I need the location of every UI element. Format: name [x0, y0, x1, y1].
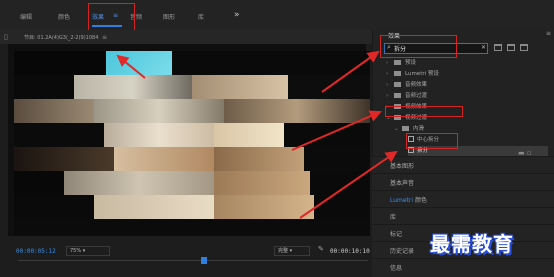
accelerated-effects-icon[interactable]	[494, 44, 502, 51]
tree-item-center-split[interactable]: 中心拆分	[408, 135, 548, 145]
active-tab-indicator	[92, 25, 122, 27]
tree-item-label: 中心拆分	[417, 137, 440, 143]
brand-watermark: 最需教育	[430, 232, 514, 256]
section-markers-label: 标记	[390, 231, 403, 238]
yuv-effects-icon[interactable]	[520, 44, 528, 51]
current-timecode[interactable]: 00:00:05:12	[16, 248, 56, 255]
folder-icon	[394, 115, 401, 120]
folder-icon	[394, 71, 401, 76]
split-strip	[14, 219, 370, 236]
effects-search-input[interactable]	[394, 44, 474, 53]
panel-grip-icon: ▯	[4, 33, 8, 41]
workspace-bar	[0, 0, 554, 30]
split-strip	[14, 99, 370, 123]
lumetri-suffix-text: 颜色	[413, 197, 427, 204]
section-history-label: 历史记录	[390, 248, 415, 255]
search-icon: ⌕	[387, 43, 391, 51]
tree-item-label: 拆分	[417, 148, 429, 154]
section-libraries[interactable]	[372, 207, 554, 224]
tree-item-slide[interactable]: ⌄ 内滑	[394, 124, 548, 134]
workspace-tab-libraries[interactable]: 库	[198, 12, 204, 21]
split-strip	[14, 51, 370, 75]
fx-icon	[408, 147, 414, 153]
time-ruler[interactable]	[18, 260, 368, 261]
effects-panel-menu-icon[interactable]: ≡	[546, 30, 551, 37]
section-libraries-label: 库	[390, 214, 397, 221]
tree-item-audio-transitions[interactable]: › 音频过渡	[386, 91, 548, 101]
32bit-effects-icon[interactable]	[507, 44, 515, 51]
tree-item-label: 音频效果	[405, 82, 428, 88]
section-essential-sound-label: 基本声音	[390, 180, 415, 187]
program-monitor-menu-icon[interactable]: ≡	[102, 34, 107, 41]
workspace-tab-effects[interactable]: 效果	[92, 12, 104, 21]
playhead-handle[interactable]	[200, 257, 207, 264]
tree-item-label: Lumetri 预设	[405, 71, 439, 77]
workspace-tab-graphics[interactable]: 图形	[163, 12, 175, 21]
tree-item-presets[interactable]: › 预设	[386, 58, 548, 68]
split-strip	[14, 75, 370, 99]
tree-item-video-effects[interactable]: › 视频效果	[386, 102, 548, 112]
total-duration-timecode: 00:00:10:10	[330, 248, 370, 255]
section-info-label: 信息	[390, 265, 403, 272]
program-monitor-title[interactable]: 节目: 01.2A(4)G3(_2-2(9)1084	[24, 34, 98, 41]
workspace-tab-audio[interactable]: 音频	[130, 12, 142, 21]
clear-search-icon[interactable]: ✕	[481, 44, 486, 51]
zoom-select-value: 75%	[70, 248, 82, 254]
workspace-tab-color[interactable]: 颜色	[58, 12, 70, 21]
tree-item-video-transitions[interactable]: ⌄ 视频过渡	[386, 113, 548, 123]
tree-item-audio-effects[interactable]: › 音频效果	[386, 80, 548, 90]
folder-icon	[394, 93, 401, 98]
zoom-select[interactable]: 75% ▾	[66, 246, 110, 256]
fx-icon	[408, 136, 414, 142]
section-lumetri-color-label: Lumetri 颜色	[390, 195, 427, 204]
section-essential-graphics-label: 基本图形	[390, 163, 415, 170]
split-strip	[14, 171, 370, 195]
settings-wrench-icon[interactable]: ✎	[318, 245, 324, 253]
video-frame	[14, 51, 370, 236]
tree-item-label: 内滑	[413, 126, 425, 132]
split-strip	[14, 147, 370, 171]
playback-resolution-value: 完整	[278, 248, 289, 254]
folder-icon	[394, 60, 401, 65]
folder-icon	[394, 82, 401, 87]
effects-panel-title[interactable]: 效果	[388, 31, 400, 40]
folder-icon	[402, 126, 409, 131]
split-strip	[14, 195, 370, 219]
tree-item-label: 视频效果	[405, 104, 428, 110]
workspace-tab-menu-icon[interactable]: ≡	[113, 12, 118, 19]
folder-icon	[394, 104, 401, 109]
workspace-overflow-icon[interactable]: »	[234, 10, 240, 20]
tree-item-lumetri-presets[interactable]: › Lumetri 预设	[386, 69, 548, 79]
workspace-tab-edit[interactable]: 编辑	[20, 12, 32, 21]
playback-resolution-select[interactable]: 完整 ▾	[274, 246, 310, 256]
tree-item-label: 音频过渡	[405, 93, 428, 99]
split-strip	[14, 123, 370, 147]
lumetri-brand-text: Lumetri	[390, 197, 414, 204]
tree-item-label: 视频过渡	[405, 115, 428, 121]
tree-item-label: 预设	[405, 60, 417, 66]
